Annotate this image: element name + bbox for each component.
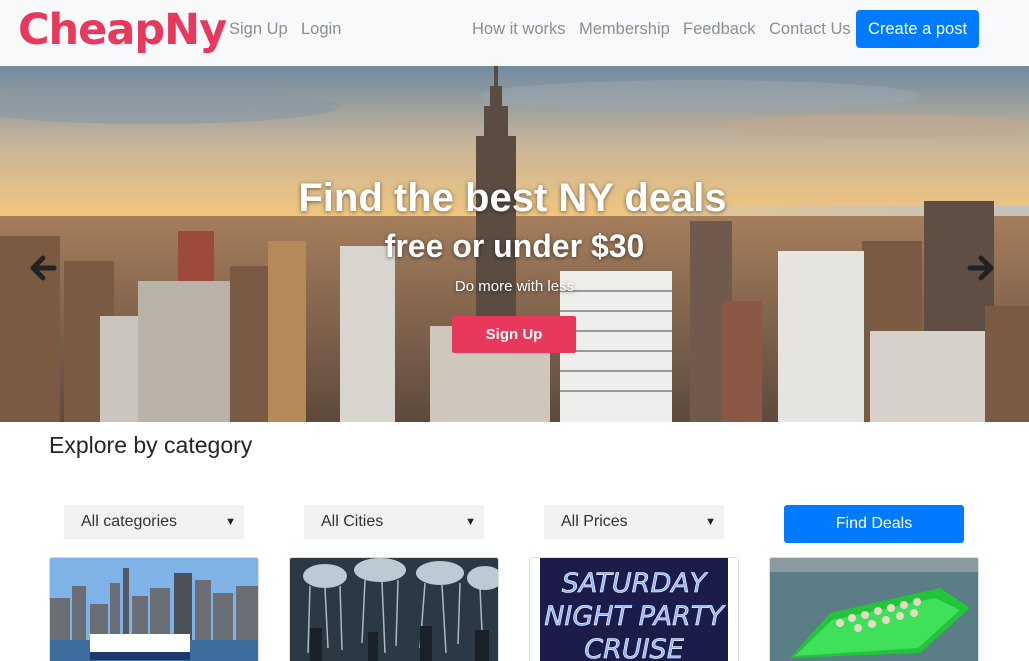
speedboat-tour-image [770, 558, 978, 661]
party-cruise-line-3: CRUISE [584, 634, 684, 661]
price-select-value: All Prices [561, 513, 628, 530]
nav-how-it-works-link[interactable]: How it works [472, 19, 566, 39]
price-select[interactable]: All Prices ▼ [544, 505, 724, 539]
carousel-next-button[interactable] [962, 250, 998, 286]
nav-membership-link[interactable]: Membership [579, 19, 670, 39]
deal-card[interactable] [289, 557, 499, 661]
top-navbar: CheapNy Sign Up Login How it works Membe… [0, 0, 1029, 66]
jellyfish-exhibit-image [290, 558, 498, 661]
party-cruise-image: SATURDAY NIGHT PARTY CRUISE [530, 558, 738, 661]
nav-contact-link[interactable]: Contact Us [769, 19, 851, 39]
nav-login-link[interactable]: Login [301, 19, 341, 39]
arrow-right-icon [967, 255, 994, 281]
find-deals-button[interactable]: Find Deals [784, 505, 964, 543]
category-select[interactable]: All categories ▼ [64, 505, 244, 539]
party-cruise-line-1: SATURDAY [562, 568, 709, 599]
party-cruise-line-2: NIGHT PARTY [544, 601, 726, 632]
chevron-down-icon: ▼ [705, 516, 716, 528]
category-select-value: All categories [81, 513, 178, 530]
ny-skyline-ferry-image [50, 558, 258, 661]
hero-subtitle: free or under $30 [384, 228, 645, 264]
hero-tagline: Do more with less [454, 278, 575, 295]
brand-logo[interactable]: CheapNy [18, 4, 227, 56]
deal-card[interactable]: SATURDAY NIGHT PARTY CRUISE [529, 557, 739, 661]
hero-title: Find the best NY deals [298, 176, 727, 220]
city-select-value: All Cities [321, 513, 384, 530]
hero-carousel: Find the best NY deals free or under $30… [0, 66, 1029, 422]
explore-heading: Explore by category [49, 432, 253, 458]
nav-feedback-link[interactable]: Feedback [683, 19, 755, 39]
hero-signup-button[interactable]: Sign Up [452, 316, 576, 353]
deal-card[interactable] [49, 557, 259, 661]
arrow-left-icon [30, 255, 57, 281]
create-post-button[interactable]: Create a post [856, 10, 979, 48]
carousel-prev-button[interactable] [26, 250, 62, 286]
deal-card[interactable] [769, 557, 979, 661]
city-select[interactable]: All Cities ▼ [304, 505, 484, 539]
chevron-down-icon: ▼ [465, 516, 476, 528]
nav-signup-link[interactable]: Sign Up [229, 19, 288, 39]
chevron-down-icon: ▼ [225, 516, 236, 528]
